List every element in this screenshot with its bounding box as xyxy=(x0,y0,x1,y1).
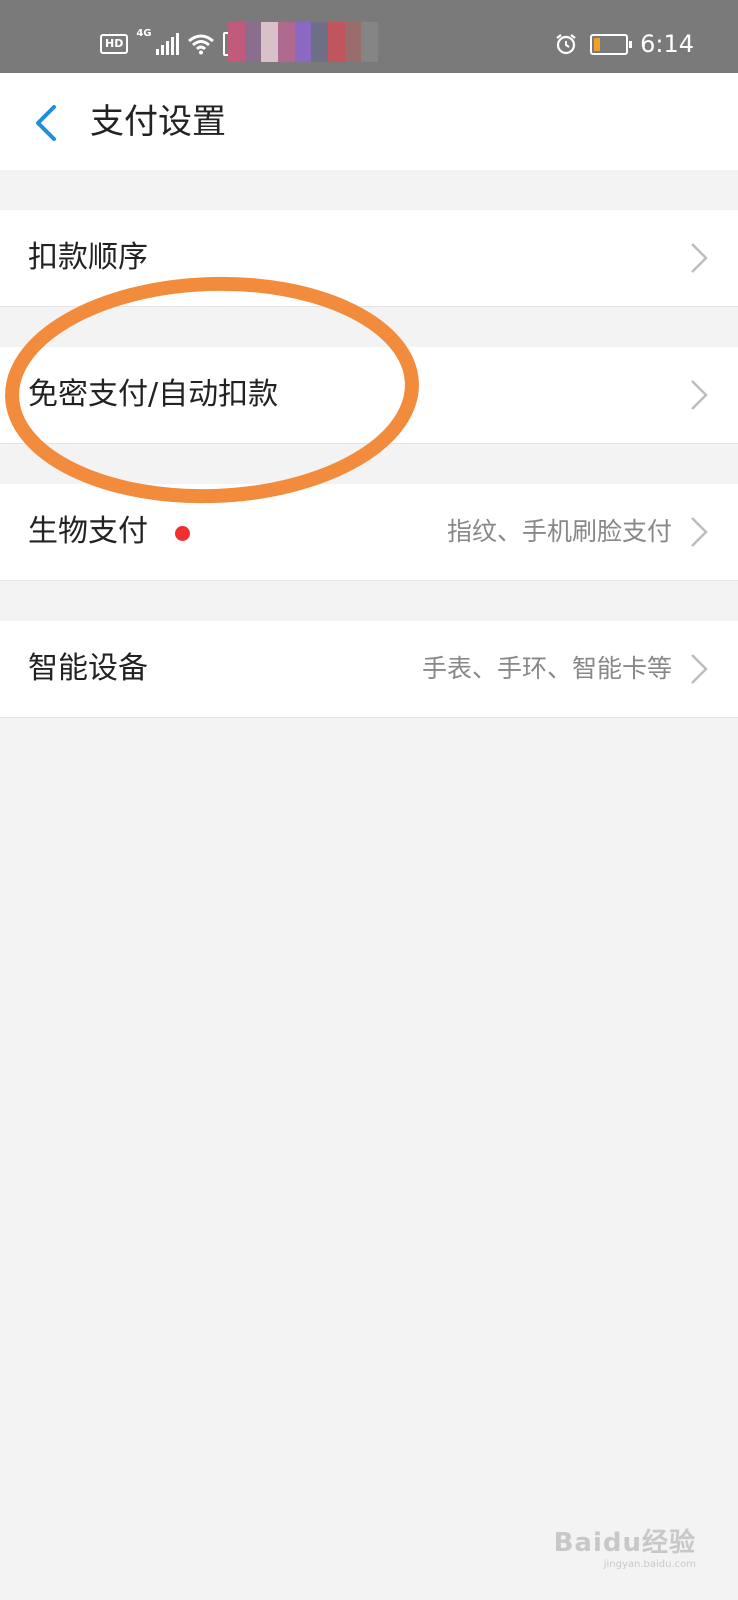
chevron-right-icon xyxy=(691,517,708,547)
status-left-icons: HD 4G xyxy=(100,28,236,60)
page-title: 支付设置 xyxy=(90,102,226,142)
settings-item-biometric-payment[interactable]: 生物支付 指纹、手机刷脸支付 xyxy=(0,484,738,581)
blurred-notification-icons xyxy=(228,22,379,62)
battery-icon xyxy=(590,33,633,55)
signal-icon xyxy=(155,33,179,55)
settings-item-value: 指纹、手机刷脸支付 xyxy=(446,517,672,546)
settings-item-label: 生物支付 xyxy=(28,514,148,549)
settings-item-password-free-payment[interactable]: 免密支付/自动扣款 xyxy=(0,347,738,444)
alarm-icon xyxy=(556,34,576,55)
chevron-right-icon xyxy=(691,654,708,684)
chevron-right-icon xyxy=(691,380,708,410)
status-right-icons: 6:14 xyxy=(554,28,694,60)
wifi-icon xyxy=(187,34,214,55)
hd-icon: HD xyxy=(100,34,129,54)
watermark-url: jingyan.baidu.com xyxy=(603,1559,696,1570)
chevron-left-icon[interactable] xyxy=(28,103,68,143)
settings-item-value: 手表、手环、智能卡等 xyxy=(421,654,672,683)
clock-time: 6:14 xyxy=(640,30,694,58)
settings-item-smart-devices[interactable]: 智能设备 手表、手环、智能卡等 xyxy=(0,621,738,718)
chevron-right-icon xyxy=(691,243,708,273)
header: 支付设置 xyxy=(0,73,738,170)
settings-item-label: 免密支付/自动扣款 xyxy=(28,377,279,412)
status-bar: HD 4G 6:14 xyxy=(0,0,738,73)
watermark-text: Baidu经验 xyxy=(553,1528,696,1558)
notification-dot xyxy=(175,526,190,541)
settings-item-label: 扣款顺序 xyxy=(28,240,148,275)
network-type: 4G xyxy=(136,28,152,39)
settings-item-deduction-order[interactable]: 扣款顺序 xyxy=(0,210,738,307)
settings-item-label: 智能设备 xyxy=(28,651,148,686)
baidu-watermark: Baidu经验 jingyan.baidu.com xyxy=(554,1522,696,1570)
